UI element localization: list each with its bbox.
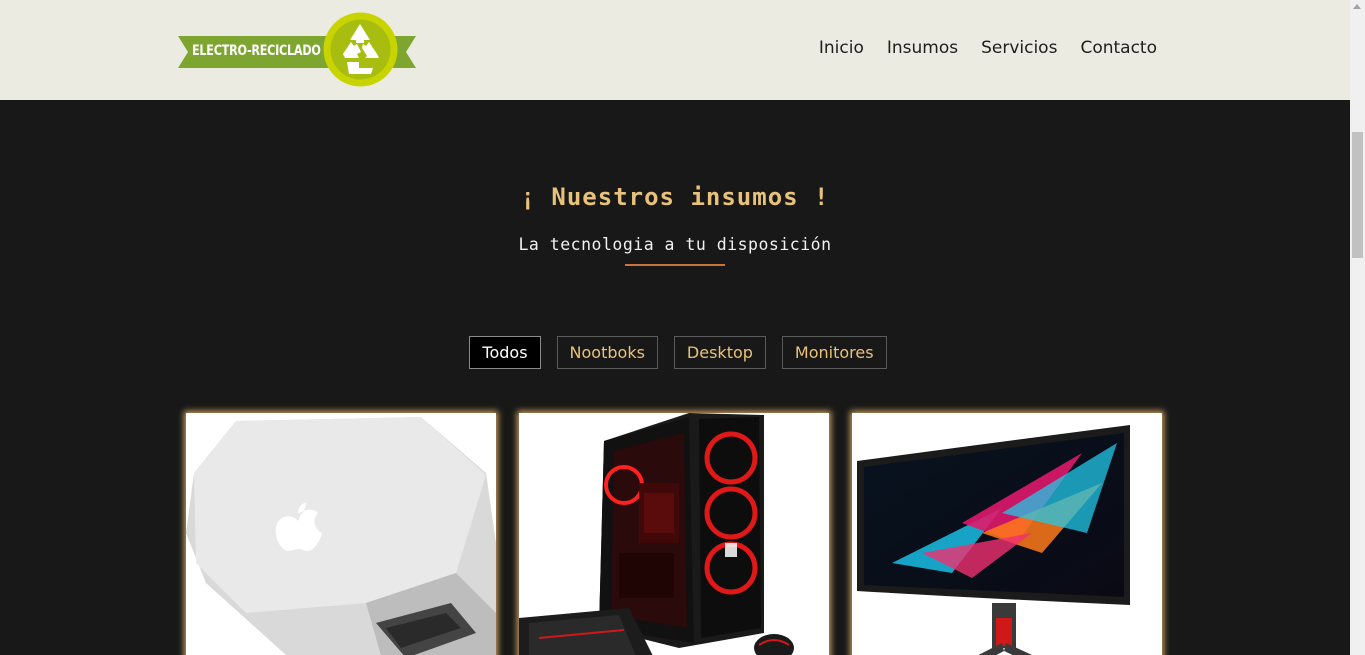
desktop-pc-image	[519, 413, 829, 655]
site-header: ELECTRO-RECICLADO Inicio Insumos Servici…	[0, 0, 1350, 100]
monitor-image	[852, 413, 1162, 655]
laptop-image	[186, 413, 496, 655]
nav-link-servicios[interactable]: Servicios	[981, 38, 1057, 58]
nav-link-inicio[interactable]: Inicio	[819, 38, 864, 58]
section-subtitle: La tecnologia a tu disposición	[518, 235, 832, 254]
recycle-icon	[323, 12, 398, 87]
nav-link-contacto[interactable]: Contacto	[1080, 38, 1157, 58]
title-divider	[625, 264, 725, 266]
scrollbar-thumb[interactable]	[1352, 132, 1363, 258]
site-logo[interactable]: ELECTRO-RECICLADO	[178, 12, 416, 88]
logo-text: ELECTRO-RECICLADO	[192, 43, 321, 59]
product-card-desktop[interactable]	[519, 413, 829, 655]
section-title: ¡ Nuestros insumos !	[520, 183, 830, 211]
filter-bar: Todos Nootboks Desktop Monitores	[0, 336, 1350, 369]
scroll-up-arrow-icon[interactable]	[1353, 4, 1361, 9]
product-card-laptop[interactable]	[186, 413, 496, 655]
product-card-monitor[interactable]	[852, 413, 1162, 655]
page-scrollbar[interactable]	[1350, 0, 1365, 655]
nav-link-insumos[interactable]: Insumos	[887, 38, 958, 58]
filter-button-todos[interactable]: Todos	[469, 336, 541, 369]
filter-button-desktop[interactable]: Desktop	[673, 336, 766, 369]
filter-button-notebooks[interactable]: Nootboks	[556, 336, 658, 369]
product-grid	[186, 413, 1162, 655]
filter-button-monitores[interactable]: Monitores	[781, 336, 887, 369]
main-nav: Inicio Insumos Servicios Contacto	[819, 38, 1157, 58]
